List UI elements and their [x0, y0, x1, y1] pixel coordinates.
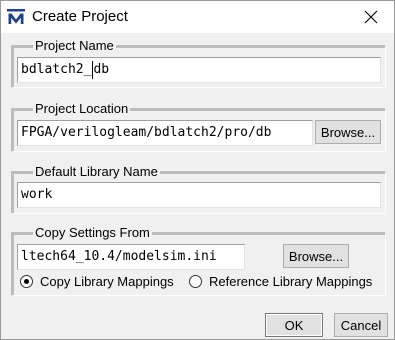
copy-library-mappings-option[interactable]: Copy Library Mappings — [20, 272, 174, 290]
modelsim-icon — [7, 9, 25, 25]
copy-settings-browse-button[interactable]: Browse... — [283, 244, 349, 268]
default-library-group: Default Library Name work — [12, 165, 386, 214]
project-location-group: Project Location FPGA/verilogleam/bdlatc… — [12, 102, 386, 152]
copy-settings-label: Copy Settings From — [33, 225, 152, 240]
project-name-group: Project Name bdlatch2_ db — [12, 39, 386, 88]
reference-library-mappings-option[interactable]: Reference Library Mappings — [189, 272, 372, 290]
project-name-label: Project Name — [33, 38, 116, 53]
copy-settings-input[interactable]: ltech64_10.4/modelsim.ini — [17, 244, 245, 270]
copy-settings-group: Copy Settings From ltech64_10.4/modelsim… — [12, 226, 386, 296]
default-library-label: Default Library Name — [33, 164, 160, 179]
reference-library-mappings-radio[interactable] — [189, 274, 202, 288]
cancel-button[interactable]: Cancel — [334, 313, 388, 337]
reference-library-mappings-label: Reference Library Mappings — [209, 273, 373, 289]
project-name-value-end: db — [93, 62, 110, 77]
default-library-input[interactable]: work — [17, 182, 381, 208]
window-title: Create Project — [32, 8, 128, 25]
project-location-label: Project Location — [33, 101, 131, 116]
project-location-input[interactable]: FPGA/verilogleam/bdlatch2/pro/db — [17, 120, 313, 146]
project-name-value-start: bdlatch2_ — [21, 62, 92, 77]
create-project-dialog: Create Project Project Name bdlatch2_ db … — [0, 0, 395, 340]
project-name-input[interactable]: bdlatch2_ db — [17, 57, 381, 83]
ok-button[interactable]: OK — [265, 313, 323, 337]
close-icon — [364, 10, 378, 24]
copy-library-mappings-label: Copy Library Mappings — [40, 273, 174, 289]
title-bar: Create Project — [1, 1, 394, 33]
project-location-browse-button[interactable]: Browse... — [315, 120, 381, 144]
close-button[interactable] — [348, 1, 394, 33]
copy-library-mappings-radio[interactable] — [20, 274, 33, 288]
